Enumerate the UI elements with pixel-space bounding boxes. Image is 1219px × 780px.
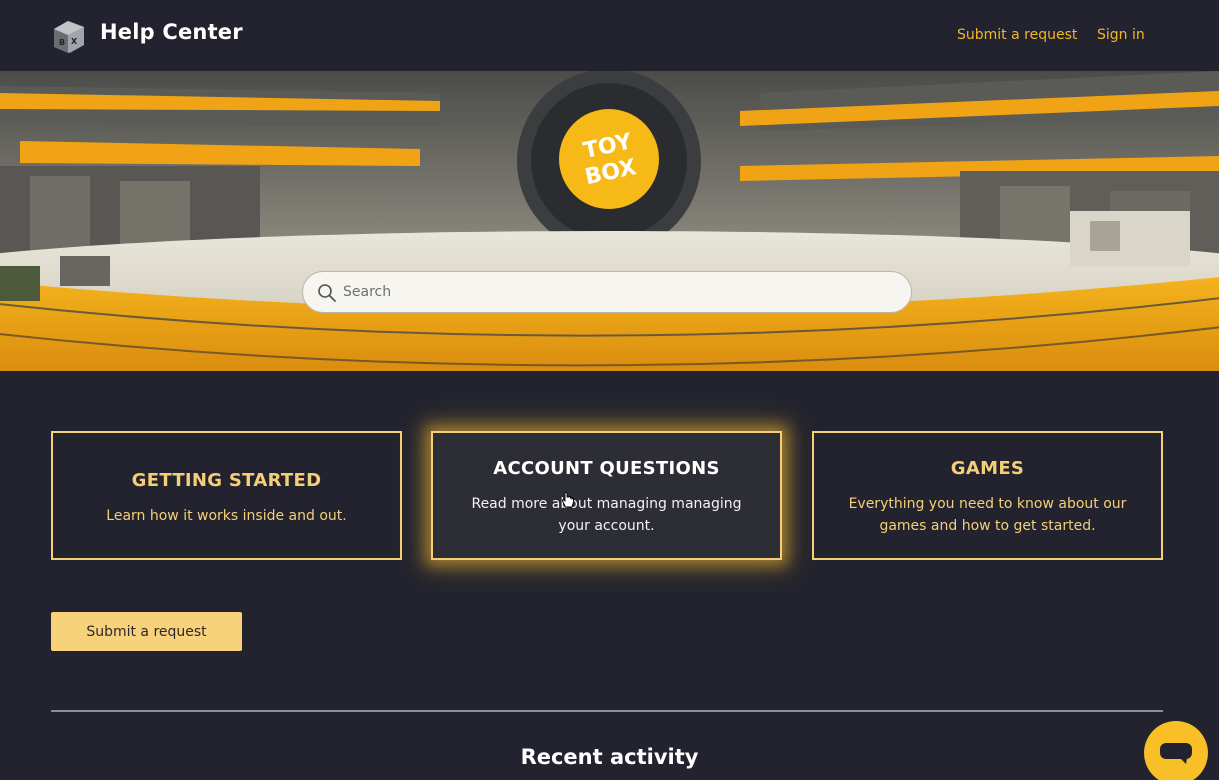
search-input[interactable]: [343, 272, 898, 312]
recent-activity-heading: Recent activity: [520, 745, 699, 769]
submit-request-button[interactable]: Submit a request: [51, 612, 242, 651]
hero-banner: TOY BOX: [0, 71, 1219, 371]
help-center-page: B X Help Center Submit a request Sign in: [0, 0, 1219, 780]
chat-launcher-button[interactable]: [1144, 721, 1208, 780]
site-header: B X Help Center Submit a request Sign in: [0, 0, 1219, 71]
category-description: Learn how it works inside and out.: [106, 508, 347, 524]
hero-background-image: TOY BOX: [0, 71, 1219, 371]
nav-submit-request-link[interactable]: Submit a request: [957, 27, 1077, 43]
category-description: Read more about managing managing your a…: [471, 496, 742, 534]
category-title: GAMES: [950, 458, 1025, 479]
svg-text:X: X: [71, 37, 78, 46]
mytoybox-logo-icon[interactable]: B X: [50, 17, 88, 55]
section-divider: [51, 710, 1163, 712]
category-title: ACCOUNT QUESTIONS: [493, 458, 720, 479]
category-title: GETTING STARTED: [131, 470, 322, 491]
category-description: Everything you need to know about our ga…: [848, 496, 1127, 534]
category-card-getting-started[interactable]: GETTING STARTED Learn how it works insid…: [51, 431, 402, 560]
category-card-games[interactable]: GAMES Everything you need to know about …: [812, 431, 1163, 560]
chat-bubble-icon: [1160, 743, 1192, 764]
hand-cursor-icon: [561, 492, 574, 508]
site-title[interactable]: Help Center: [100, 20, 243, 44]
search-icon: [318, 284, 336, 302]
category-card-account-questions[interactable]: ACCOUNT QUESTIONS Read more about managi…: [431, 431, 782, 560]
svg-text:B: B: [59, 38, 65, 47]
search-bar[interactable]: [302, 271, 912, 313]
nav-sign-in-link[interactable]: Sign in: [1097, 27, 1145, 43]
